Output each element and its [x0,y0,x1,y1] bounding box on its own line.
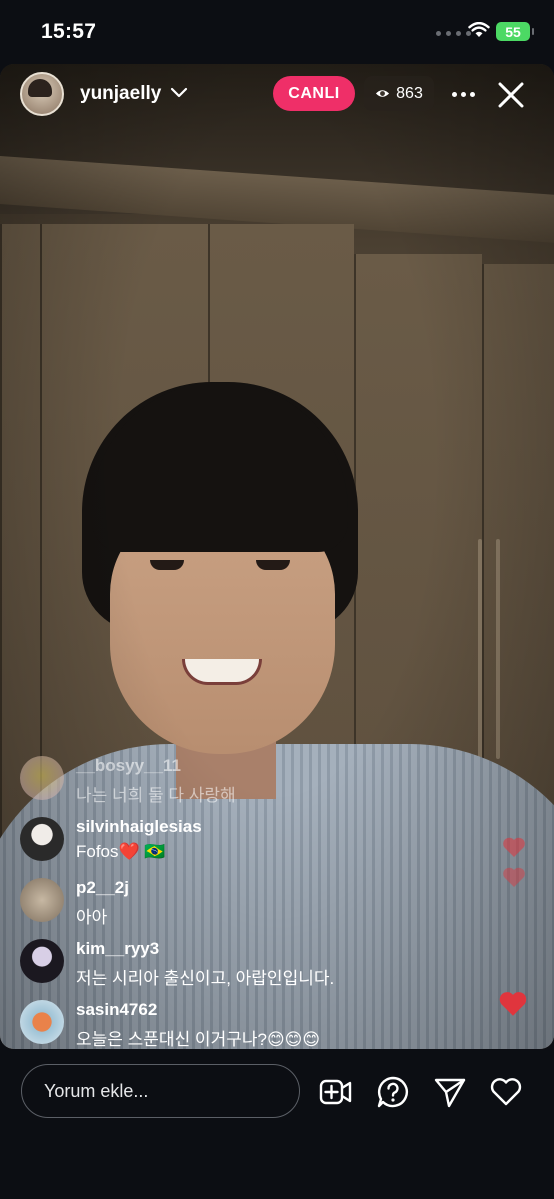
floating-heart-icon [499,992,527,1016]
comment-item[interactable]: kim__ryy3 저는 시리아 출신이고, 아랍인입니다. [20,935,480,996]
wifi-icon [468,22,490,37]
viewer-count: 863 [396,84,423,102]
battery-indicator: 55 [496,22,534,41]
avatar[interactable] [20,72,64,116]
comment-username[interactable]: p2__2j [76,878,129,898]
eye-icon [376,90,390,97]
comment-list: __bosyy__11 나는 너희 둘 다 사랑해 silvinhaiglesi… [20,752,480,1057]
viewer-count-badge[interactable]: 863 [364,76,434,111]
comment-input-placeholder: Yorum ekle... [44,1080,149,1101]
comment-text: 나는 너희 둘 다 사랑해 [76,786,236,805]
more-icon[interactable] [452,82,478,106]
add-guest-icon[interactable] [319,1075,353,1109]
close-icon[interactable] [496,80,526,110]
comment-avatar[interactable] [20,756,64,800]
comment-item[interactable]: sasin4762 오늘은 스푼대신 이거구나?😊😊😊 [20,996,480,1057]
comment-username[interactable]: __bosyy__11 [76,756,181,776]
send-icon[interactable] [433,1075,467,1109]
comment-avatar[interactable] [20,1000,64,1044]
comment-input[interactable]: Yorum ekle... [21,1064,300,1118]
comment-avatar[interactable] [20,939,64,983]
status-bar: 15:57 55 [0,0,554,64]
comment-text: 오늘은 스푼대신 이거구나?😊😊😊 [76,1030,321,1049]
comment-username[interactable]: kim__ryy3 [76,939,159,959]
live-badge: CANLI [273,76,355,111]
battery-level: 55 [505,23,521,40]
comment-text: Fofos❤️ 🇧🇷 [76,842,166,861]
question-icon[interactable] [376,1075,410,1109]
heart-icon[interactable] [489,1075,523,1109]
comment-item[interactable]: p2__2j 아아 [20,874,480,935]
comment-item[interactable]: silvinhaiglesias Fofos❤️ 🇧🇷 [20,813,480,874]
chevron-down-icon[interactable] [170,83,188,101]
username[interactable]: yunjaelly [80,83,161,105]
comment-username[interactable]: sasin4762 [76,1000,157,1020]
live-header: yunjaelly CANLI 863 [0,64,554,124]
comment-item[interactable]: __bosyy__11 나는 너희 둘 다 사랑해 [20,752,480,813]
comment-avatar[interactable] [20,878,64,922]
floating-heart-icon [503,837,525,857]
comment-username[interactable]: silvinhaiglesias [76,817,202,837]
status-time: 15:57 [41,20,97,43]
signal-icon [436,31,471,36]
comment-avatar[interactable] [20,817,64,861]
live-label: CANLI [288,84,340,102]
bottom-bar: Yorum ekle... [0,1049,554,1199]
comment-text: 저는 시리아 출신이고, 아랍인입니다. [76,969,335,988]
floating-heart-icon [503,867,525,887]
comment-text: 아아 [76,908,108,927]
